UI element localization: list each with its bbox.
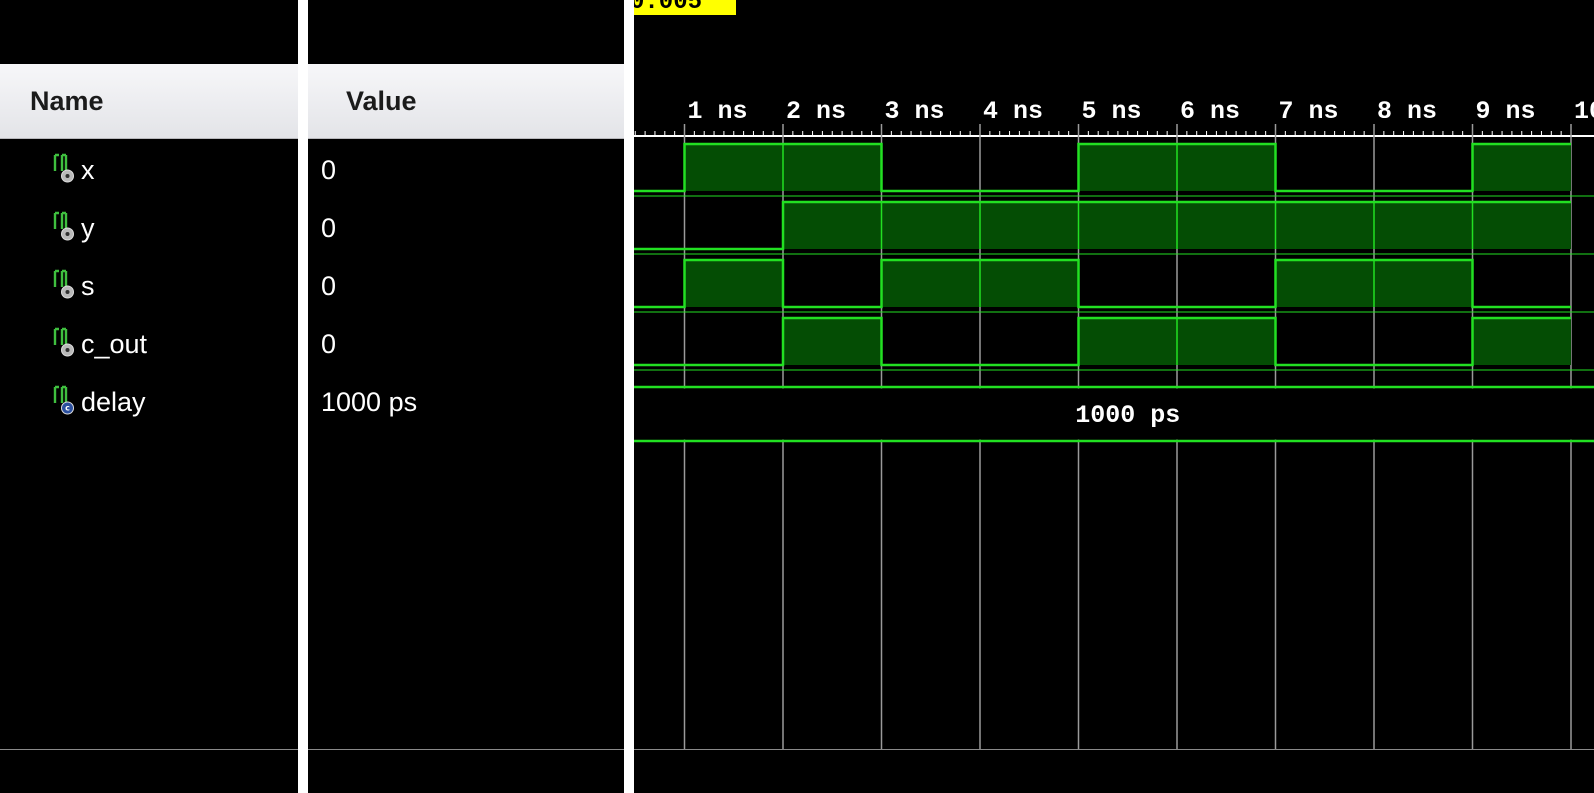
waveform-high-segment <box>1374 202 1473 249</box>
waveform-panel[interactable]: 0.005 1 ns 2 ns 3 ns 4 ns 5 ns 6 ns 7 ns 8 ns 9 … <box>634 0 1594 793</box>
waveform-high-segment <box>1078 318 1177 365</box>
time-tick-label: 5 ns <box>1082 97 1142 126</box>
waveform-high-segment <box>1078 202 1177 249</box>
time-tick-label: 10 ns <box>1574 97 1594 126</box>
value-panel: Value 0 0 0 0 1000 ps <box>308 0 624 793</box>
waveform-high-segment <box>881 260 980 307</box>
time-tick-label: 2 ns <box>786 97 846 126</box>
name-column-header[interactable]: Name <box>0 64 298 139</box>
signal-row-c-out[interactable]: c_out <box>0 315 298 373</box>
time-tick-label: 4 ns <box>983 97 1043 126</box>
signal-row-s[interactable]: s <box>0 257 298 315</box>
signal-value: 1000 ps <box>321 387 418 417</box>
signal-row-delay[interactable]: c delay <box>0 373 298 431</box>
waveform-high-segment <box>980 202 1079 249</box>
time-tick-label: 6 ns <box>1180 97 1240 126</box>
signal-row-x[interactable]: x <box>0 141 298 199</box>
waveform-high-segment <box>1177 144 1276 191</box>
value-column-label: Value <box>346 86 417 116</box>
waveform-high-segment <box>783 202 882 249</box>
value-row-c-out[interactable]: 0 <box>308 315 624 373</box>
signal-name: y <box>81 213 95 243</box>
logic-signal-icon <box>52 327 78 357</box>
time-tick-label: 1 ns <box>688 97 748 126</box>
waveform-high-segment <box>1472 202 1571 249</box>
constant-signal-icon: c <box>52 385 78 415</box>
logic-signal-icon <box>52 153 78 183</box>
waveform-high-segment <box>1472 318 1571 365</box>
waveform-high-segment <box>783 318 882 365</box>
signal-value: 0 <box>321 213 337 243</box>
logic-signal-icon <box>52 211 78 241</box>
svg-text:c: c <box>65 404 70 413</box>
signal-value: 0 <box>321 329 337 359</box>
signal-value: 0 <box>321 271 337 301</box>
waveform-high-segment <box>881 202 980 249</box>
bus-value-label: 1000 ps <box>1075 401 1180 430</box>
waveform-high-segment <box>684 144 783 191</box>
value-row-x[interactable]: 0 <box>308 141 624 199</box>
signal-value: 0 <box>321 155 337 185</box>
signal-name: c_out <box>81 329 148 359</box>
signal-name: s <box>81 271 95 301</box>
time-tick-label: 7 ns <box>1279 97 1339 126</box>
name-column-label: Name <box>30 86 104 116</box>
name-panel: Name x y s c_outc delay <box>0 0 298 793</box>
waveform-high-segment <box>1275 260 1374 307</box>
time-tick-label: 9 ns <box>1476 97 1536 126</box>
logic-signal-icon <box>52 269 78 299</box>
name-panel-divider <box>0 749 298 750</box>
waveform-high-segment <box>1177 318 1276 365</box>
waveform-high-segment <box>1374 260 1473 307</box>
waveform-high-segment <box>1472 144 1571 191</box>
value-column-header[interactable]: Value <box>308 64 624 139</box>
time-tick-label: 3 ns <box>885 97 945 126</box>
waveform-high-segment <box>1177 202 1276 249</box>
value-panel-divider <box>308 749 624 750</box>
waveform-panel-divider <box>634 749 1594 750</box>
value-row-delay[interactable]: 1000 ps <box>308 373 624 431</box>
value-row-s[interactable]: 0 <box>308 257 624 315</box>
signal-name: delay <box>81 387 146 417</box>
waveform-high-segment <box>783 144 882 191</box>
waveform-high-segment <box>684 260 783 307</box>
waveform-high-segment <box>980 260 1079 307</box>
signal-name: x <box>81 155 95 185</box>
value-row-y[interactable]: 0 <box>308 199 624 257</box>
waveform-high-segment <box>1078 144 1177 191</box>
waveform-high-segment <box>1275 202 1374 249</box>
waveform-canvas[interactable]: 1 ns 2 ns 3 ns 4 ns 5 ns 6 ns 7 ns 8 ns 9 ns 10 n… <box>634 0 1594 793</box>
time-tick-label: 8 ns <box>1377 97 1437 126</box>
signal-row-y[interactable]: y <box>0 199 298 257</box>
